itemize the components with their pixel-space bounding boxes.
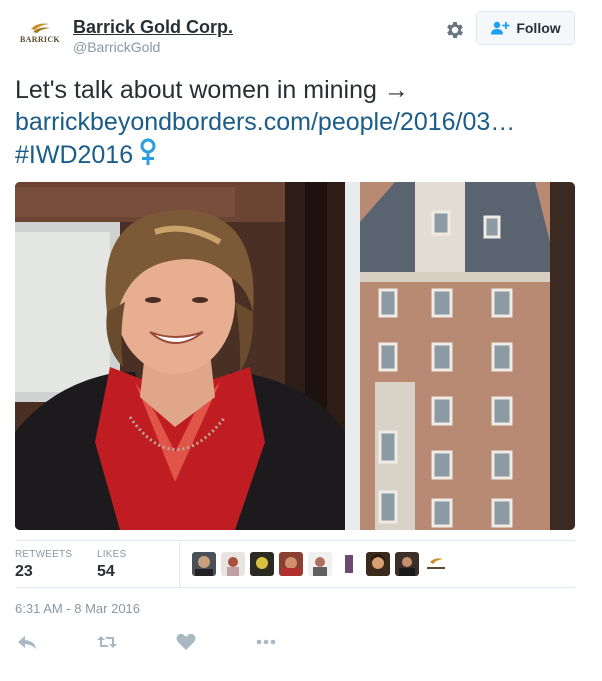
- retweet-icon[interactable]: [96, 632, 118, 652]
- venus-emoji-icon: [140, 138, 156, 165]
- divider: [15, 587, 575, 588]
- tweet-photo-image: [15, 182, 575, 530]
- gear-icon[interactable]: [444, 19, 466, 41]
- barrick-logo[interactable]: BARRICK: [17, 18, 63, 52]
- barrick-logo-text: BARRICK: [20, 35, 60, 44]
- user-avatar[interactable]: [337, 552, 361, 576]
- user-avatar[interactable]: [395, 552, 419, 576]
- retweets-count[interactable]: 23: [15, 563, 33, 581]
- tweet-timestamp[interactable]: 6:31 AM - 8 Mar 2016: [15, 601, 140, 616]
- user-avatar[interactable]: [250, 552, 274, 576]
- like-icon[interactable]: [175, 632, 197, 652]
- likes-count[interactable]: 54: [97, 563, 115, 581]
- user-avatar[interactable]: [279, 552, 303, 576]
- hashtag-link[interactable]: #IWD2016: [15, 141, 133, 169]
- user-avatar[interactable]: [308, 552, 332, 576]
- tweet-text: Let's talk about women in mining → barri…: [15, 74, 585, 171]
- author-name[interactable]: Barrick Gold Corp.: [73, 17, 233, 38]
- tweet-text-line: Let's talk about women in mining →: [15, 76, 409, 104]
- retweets-label[interactable]: RETWEETS: [15, 549, 72, 560]
- barrick-logo-mark-icon: [31, 23, 50, 33]
- likes-label[interactable]: LIKES: [97, 549, 126, 560]
- tweet-photo[interactable]: [15, 182, 575, 530]
- barrick-logo-avatar[interactable]: [424, 552, 448, 576]
- reply-icon[interactable]: [16, 632, 38, 652]
- user-avatar[interactable]: [192, 552, 216, 576]
- stats-divider: [179, 542, 180, 587]
- user-avatar[interactable]: [366, 552, 390, 576]
- follow-label: Follow: [516, 20, 561, 36]
- user-avatar[interactable]: [221, 552, 245, 576]
- divider: [15, 540, 575, 541]
- tweet-link[interactable]: barrickbeyondborders.com/people/2016/03…: [15, 106, 585, 138]
- author-handle[interactable]: @BarrickGold: [73, 39, 160, 55]
- more-icon[interactable]: [255, 632, 277, 652]
- follow-button[interactable]: Follow: [476, 11, 575, 45]
- add-user-icon: [491, 21, 510, 35]
